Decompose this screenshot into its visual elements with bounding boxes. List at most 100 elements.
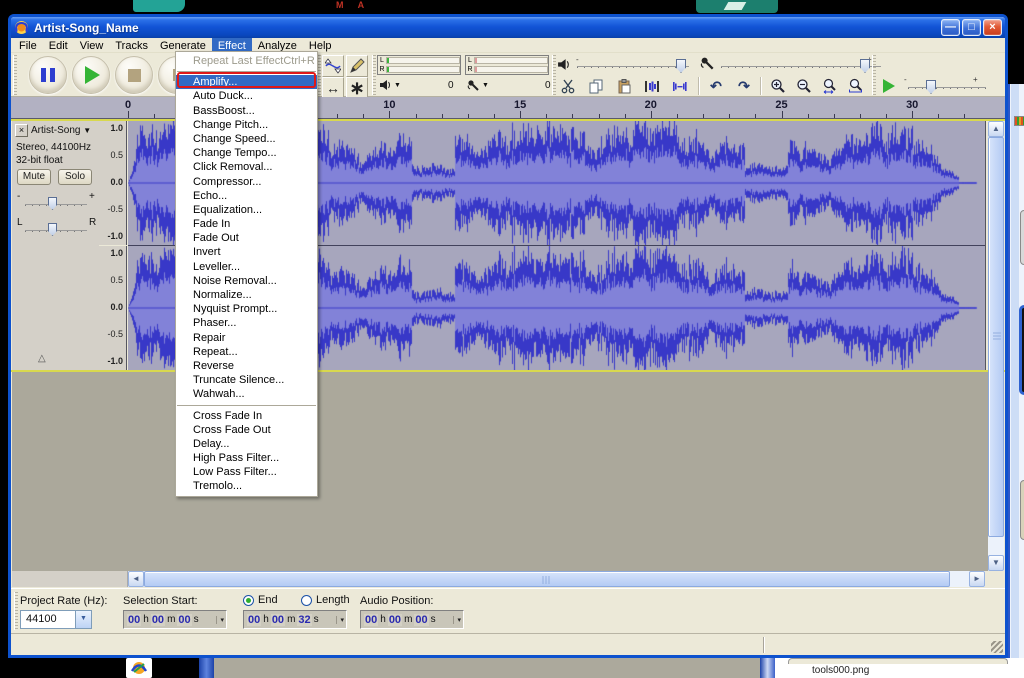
menu-item-repair[interactable]: Repair	[176, 331, 317, 345]
menu-item-delay[interactable]: Delay...	[176, 437, 317, 451]
menu-item-tremolo[interactable]: Tremolo...	[176, 479, 317, 493]
toolbar-grip[interactable]	[872, 55, 876, 95]
menu-view[interactable]: View	[74, 38, 110, 52]
menu-item-fade-out[interactable]: Fade Out	[176, 231, 317, 245]
gain-thumb[interactable]	[48, 197, 57, 210]
menu-analyze[interactable]: Analyze	[252, 38, 303, 52]
silence-button[interactable]	[668, 76, 692, 96]
playback-meter[interactable]: L R	[377, 55, 461, 75]
zoom-fit-button[interactable]	[844, 76, 868, 96]
menu-help[interactable]: Help	[303, 38, 338, 52]
radio-length-circle[interactable]	[301, 595, 312, 606]
menu-item-truncate-silence[interactable]: Truncate Silence...	[176, 373, 317, 387]
background-file-card[interactable]	[788, 658, 1008, 664]
menu-item-leveller[interactable]: Leveller...	[176, 260, 317, 274]
resize-grip[interactable]	[991, 641, 1003, 653]
menu-effect[interactable]: Effect	[212, 38, 252, 52]
pan-thumb[interactable]	[48, 223, 57, 236]
timeline-ruler[interactable]: 051015202530	[11, 97, 1005, 119]
track-area-empty[interactable]	[12, 372, 988, 571]
menu-item-echo[interactable]: Echo...	[176, 189, 317, 203]
menu-item-compressor[interactable]: Compressor...	[176, 175, 317, 189]
mute-button[interactable]: Mute	[17, 169, 51, 185]
scroll-down-button[interactable]: ▼	[988, 555, 1004, 571]
menu-item-wahwah[interactable]: Wahwah...	[176, 387, 317, 401]
menu-tracks[interactable]: Tracks	[109, 38, 154, 52]
menu-item-change-tempo[interactable]: Change Tempo...	[176, 146, 317, 160]
menu-item-change-pitch[interactable]: Change Pitch...	[176, 118, 317, 132]
combo-arrow-icon[interactable]: ▼	[75, 611, 91, 628]
timeshift-tool-button[interactable]: ↔	[322, 77, 344, 99]
close-button[interactable]: ×	[983, 19, 1002, 36]
scroll-right-button[interactable]: ►	[969, 571, 985, 587]
menu-item-low-pass-filter[interactable]: Low Pass Filter...	[176, 465, 317, 479]
horizontal-scroll-thumb[interactable]	[144, 571, 950, 587]
time-format-arrow-icon[interactable]: ▾	[453, 616, 461, 624]
track-close-button[interactable]: ×	[15, 124, 28, 137]
input-volume-slider[interactable]	[721, 66, 881, 68]
paste-button[interactable]	[612, 76, 636, 96]
menu-item-invert[interactable]: Invert	[176, 245, 317, 259]
vertical-ruler-left-channel[interactable]: 1.00.50.0-0.5-1.0	[99, 121, 127, 245]
zoom-out-button[interactable]	[792, 76, 816, 96]
vertical-ruler-right-channel[interactable]: 1.00.50.0-0.5-1.0	[99, 246, 127, 370]
desktop-icon[interactable]	[126, 658, 152, 678]
selection-start-time[interactable]: 00h 00m 00s ▾	[123, 610, 227, 629]
menu-edit[interactable]: Edit	[43, 38, 74, 52]
play-at-speed-button[interactable]	[877, 76, 901, 96]
multi-tool-button[interactable]: ∗	[346, 77, 368, 99]
input-meter-menu[interactable]: ▼	[467, 79, 489, 92]
menu-item-auto-duck[interactable]: Auto Duck...	[176, 89, 317, 103]
menu-item-fade-in[interactable]: Fade In	[176, 217, 317, 231]
cut-button[interactable]	[556, 76, 580, 96]
output-volume-slider[interactable]	[577, 66, 689, 68]
zoom-in-button[interactable]	[766, 76, 790, 96]
radio-end-circle[interactable]	[243, 595, 254, 606]
menu-item-change-speed[interactable]: Change Speed...	[176, 132, 317, 146]
menu-item-high-pass-filter[interactable]: High Pass Filter...	[176, 451, 317, 465]
menu-item-repeat[interactable]: Repeat...	[176, 345, 317, 359]
background-file-label[interactable]: tools000.png	[812, 665, 869, 676]
toolbar-grip[interactable]	[14, 592, 18, 630]
draw-tool-button[interactable]	[346, 55, 368, 77]
input-volume-thumb[interactable]	[860, 59, 870, 73]
undo-button[interactable]: ↶	[704, 76, 728, 96]
scroll-left-button[interactable]: ◄	[128, 571, 144, 587]
radio-length[interactable]: Length	[301, 594, 350, 606]
time-format-arrow-icon[interactable]: ▾	[216, 616, 224, 624]
minimize-button[interactable]: —	[941, 19, 960, 36]
pause-button[interactable]	[29, 56, 67, 94]
project-rate-combobox[interactable]: 44100 ▼	[20, 610, 92, 629]
vertical-scroll-thumb[interactable]	[988, 137, 1004, 537]
menu-item-equalization[interactable]: Equalization...	[176, 203, 317, 217]
selection-end-time[interactable]: 00h 00m 32s ▾	[243, 610, 347, 629]
menu-file[interactable]: File	[13, 38, 43, 52]
menu-item-phaser[interactable]: Phaser...	[176, 316, 317, 330]
output-meter-menu[interactable]: ▼	[379, 79, 401, 91]
time-format-arrow-icon[interactable]: ▾	[336, 616, 344, 624]
track-collapse-handle[interactable]: △	[38, 353, 46, 364]
scroll-up-button[interactable]: ▲	[988, 121, 1004, 137]
toolbar-grip[interactable]	[372, 55, 376, 95]
toolbar-grip[interactable]	[13, 55, 17, 95]
solo-button[interactable]: Solo	[58, 169, 92, 185]
play-speed-slider[interactable]	[908, 87, 986, 89]
titlebar[interactable]: Artist-Song_Name — □ ×	[11, 17, 1005, 38]
menu-item-noise-removal[interactable]: Noise Removal...	[176, 274, 317, 288]
output-volume-thumb[interactable]	[676, 59, 686, 73]
copy-button[interactable]	[584, 76, 608, 96]
menu-item-normalize[interactable]: Normalize...	[176, 288, 317, 302]
menu-item-reverse[interactable]: Reverse	[176, 359, 317, 373]
menu-generate[interactable]: Generate	[154, 38, 212, 52]
vertical-scrollbar[interactable]: ▲ ▼	[988, 121, 1004, 571]
play-speed-thumb[interactable]	[926, 80, 936, 94]
zoom-to-selection-button[interactable]	[818, 76, 842, 96]
recording-meter[interactable]: L R	[465, 55, 549, 75]
track-name-menu[interactable]: Artist-Song ▼	[31, 125, 91, 136]
menu-item-nyquist-prompt[interactable]: Nyquist Prompt...	[176, 302, 317, 316]
menu-item-click-removal[interactable]: Click Removal...	[176, 160, 317, 174]
menu-item-bassboost[interactable]: BassBoost...	[176, 104, 317, 118]
horizontal-scrollbar[interactable]: ◄ ►	[128, 571, 985, 587]
menu-item-cross-fade-out[interactable]: Cross Fade Out	[176, 423, 317, 437]
envelope-tool-button[interactable]	[322, 55, 344, 77]
